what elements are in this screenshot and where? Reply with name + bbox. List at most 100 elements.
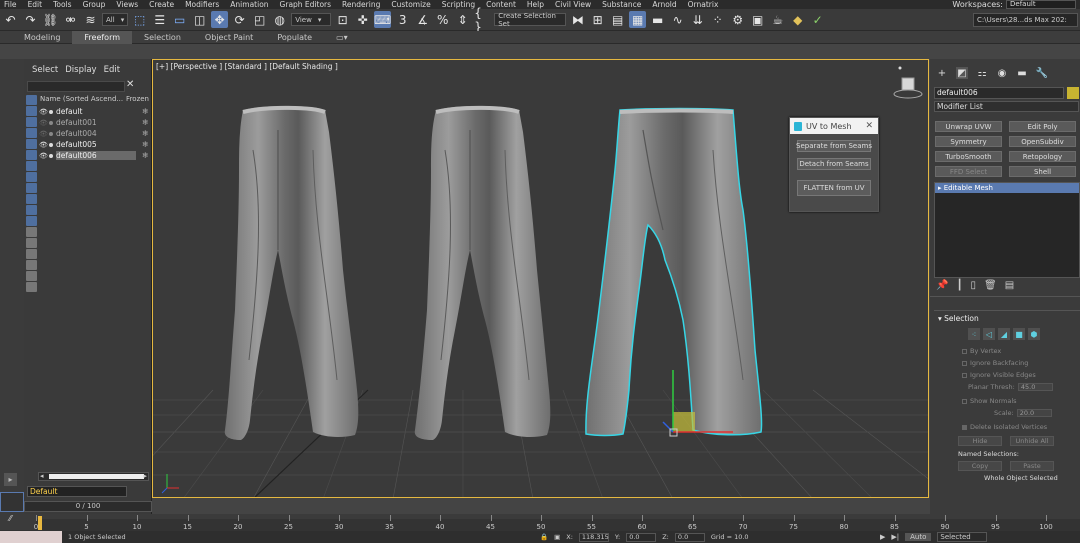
tab-modeling[interactable]: Modeling — [12, 31, 72, 44]
edit-poly-button[interactable]: Edit Poly — [1009, 121, 1076, 132]
horizontal-scrollbar[interactable]: ◂ ▸ — [38, 472, 149, 481]
workspaces-dropdown[interactable]: Default — [1006, 0, 1076, 9]
absolute-mode-icon[interactable]: ▣ — [554, 533, 560, 541]
spinner-snap-icon[interactable]: ⇕ — [454, 11, 471, 28]
eye-icon[interactable]: 👁 — [39, 141, 48, 149]
render-setup-icon[interactable]: ⚙ — [729, 11, 746, 28]
shell-button[interactable]: Shell — [1009, 166, 1076, 177]
tab-object-paint[interactable]: Object Paint — [193, 31, 265, 44]
freeze-icon[interactable]: ❄ — [142, 118, 149, 127]
eye-hidden-icon[interactable]: 👁 — [39, 130, 48, 138]
menu-customize[interactable]: Customize — [387, 0, 437, 9]
close-icon[interactable]: ✕ — [126, 79, 134, 90]
project-path-field[interactable]: C:\Users\28...ds Max 202: — [973, 13, 1078, 27]
column-header-name[interactable]: Name (Sorted Ascend... — [40, 95, 123, 105]
selection-rollout-title[interactable]: ▾ Selection — [934, 311, 1080, 324]
move-icon[interactable]: ✥ — [211, 11, 229, 28]
link-icon[interactable]: ⛓ — [42, 11, 59, 28]
ignore-visible-edges-checkbox[interactable]: Ignore Visible Edges — [962, 369, 1080, 381]
utilities-tab-icon[interactable]: 🔧 — [1036, 67, 1048, 79]
hierarchy-tab-icon[interactable]: ⚏ — [976, 67, 988, 79]
copy-button[interactable]: Copy — [958, 461, 1002, 471]
menu-help[interactable]: Help — [523, 0, 551, 9]
maxscript-listener[interactable] — [0, 531, 62, 543]
funnel-icon[interactable] — [26, 271, 37, 281]
list-item[interactable]: 👁 default001 ❄ — [39, 117, 150, 128]
pin-stack-icon[interactable]: 📌 — [936, 280, 948, 291]
angle-snap-icon[interactable]: ∡ — [414, 11, 431, 28]
pivot-center-icon[interactable]: ⊡ — [334, 11, 351, 28]
menu-modifiers[interactable]: Modifiers — [181, 0, 226, 9]
all-filter-icon[interactable] — [26, 238, 37, 248]
menu-rendering[interactable]: Rendering — [338, 0, 387, 9]
frozen-filter-icon[interactable] — [26, 216, 37, 226]
render-iterative-icon[interactable]: ◆ — [789, 11, 806, 28]
place-icon[interactable]: ◍ — [271, 11, 288, 28]
column-header-frozen[interactable]: Frozen — [126, 95, 149, 105]
reference-coord-dropdown[interactable]: View ▾ — [291, 13, 332, 26]
make-unique-icon[interactable]: ▯ — [970, 280, 976, 291]
mirror-icon[interactable]: ⧓ — [569, 11, 586, 28]
explorer-menu-edit[interactable]: Edit — [104, 65, 120, 75]
menu-civil-view[interactable]: Civil View — [551, 0, 598, 9]
rotate-icon[interactable]: ⟳ — [231, 11, 248, 28]
ffd-select-button[interactable]: FFD Select — [935, 166, 1002, 177]
undo-icon[interactable]: ↶ — [2, 11, 19, 28]
create-tab-icon[interactable]: + — [936, 67, 948, 79]
snap-icon[interactable]: 3 — [394, 11, 411, 28]
eye-icon[interactable]: 👁 — [39, 152, 48, 160]
unhide-all-button[interactable]: Unhide All — [1010, 436, 1054, 446]
redo-icon[interactable]: ↷ — [22, 11, 39, 28]
remove-modifier-icon[interactable]: 🗑 — [984, 280, 997, 291]
separate-from-seams-button[interactable]: Separate from Seams — [796, 140, 872, 152]
window-crossing-icon[interactable]: ◫ — [191, 11, 208, 28]
container-filter-icon[interactable] — [26, 205, 37, 215]
select-object-icon[interactable]: ⬚ — [131, 11, 148, 28]
selection-filter-dropdown[interactable]: All ▾ — [102, 13, 129, 26]
scroll-thumb[interactable] — [49, 474, 144, 479]
layer-dropdown[interactable]: Default — [27, 486, 127, 497]
menu-arnold[interactable]: Arnold — [648, 0, 683, 9]
delete-isolated-checkbox[interactable]: Delete Isolated Vertices — [962, 421, 1080, 433]
menu-tools[interactable]: Tools — [49, 0, 78, 9]
vertex-mode-icon[interactable]: ⁖ — [968, 328, 980, 340]
bone-filter-icon[interactable] — [26, 194, 37, 204]
retopology-button[interactable]: Retopology — [1009, 151, 1076, 162]
spacewarp-filter-icon[interactable] — [26, 161, 37, 171]
object-name-field[interactable]: default006 — [934, 87, 1064, 99]
unwrap-uvw-button[interactable]: Unwrap UVW — [935, 121, 1002, 132]
show-end-result-icon[interactable]: ┃ — [956, 280, 962, 291]
edge-mode-icon[interactable]: ◁ — [983, 328, 995, 340]
menu-ornatrix[interactable]: Ornatrix — [684, 0, 726, 9]
viewport-label[interactable]: [+] [Perspective ] [Standard ] [Default … — [156, 62, 338, 71]
tab-freeform[interactable]: Freeform — [72, 30, 133, 44]
motion-tab-icon[interactable]: ◉ — [996, 67, 1008, 79]
explorer-menu-select[interactable]: Select — [32, 65, 58, 75]
track-bar[interactable]: 0 5 10 15 20 25 30 35 40 45 50 55 60 65 70 75 80 85 90 95 10… — [34, 515, 1080, 531]
z-coordinate-field[interactable]: 0.0 — [674, 532, 705, 542]
by-vertex-checkbox[interactable]: By Vertex — [962, 345, 1080, 357]
ribbon-options-icon[interactable]: ▭▾ — [324, 31, 360, 44]
hide-button[interactable]: Hide — [958, 436, 1002, 446]
scale-spinner[interactable]: Scale: 20.0 — [994, 407, 1080, 418]
key-mode-dropdown[interactable]: Selected — [937, 532, 988, 542]
show-normals-checkbox[interactable]: Show Normals — [962, 395, 1080, 407]
flatten-from-uv-button[interactable]: FLATTEN from UV — [797, 180, 871, 196]
edit-named-selection-icon[interactable]: { } — [474, 6, 491, 34]
selection-set-dropdown[interactable]: Create Selection Set — [494, 12, 567, 28]
group-filter-icon[interactable] — [26, 172, 37, 182]
modifier-list-dropdown[interactable]: Modifier List — [934, 101, 1079, 112]
keyboard-shortcut-icon[interactable]: ⌨ — [374, 11, 391, 28]
schematic-view-icon[interactable]: ⇊ — [689, 11, 706, 28]
menu-create[interactable]: Create — [145, 0, 181, 9]
menu-file[interactable]: File — [0, 0, 24, 9]
paste-button[interactable]: Paste — [1010, 461, 1054, 471]
material-editor-icon[interactable]: ⁘ — [709, 11, 726, 28]
turbosmooth-button[interactable]: TurboSmooth — [935, 151, 1002, 162]
hidden-filter-icon[interactable] — [26, 227, 37, 237]
face-mode-icon[interactable]: ◢ — [998, 328, 1010, 340]
ignore-backfacing-checkbox[interactable]: Ignore Backfacing — [962, 357, 1080, 369]
scale-icon[interactable]: ◰ — [251, 11, 268, 28]
polygon-mode-icon[interactable]: ■ — [1013, 328, 1025, 340]
element-mode-icon[interactable]: ⬢ — [1028, 328, 1040, 340]
